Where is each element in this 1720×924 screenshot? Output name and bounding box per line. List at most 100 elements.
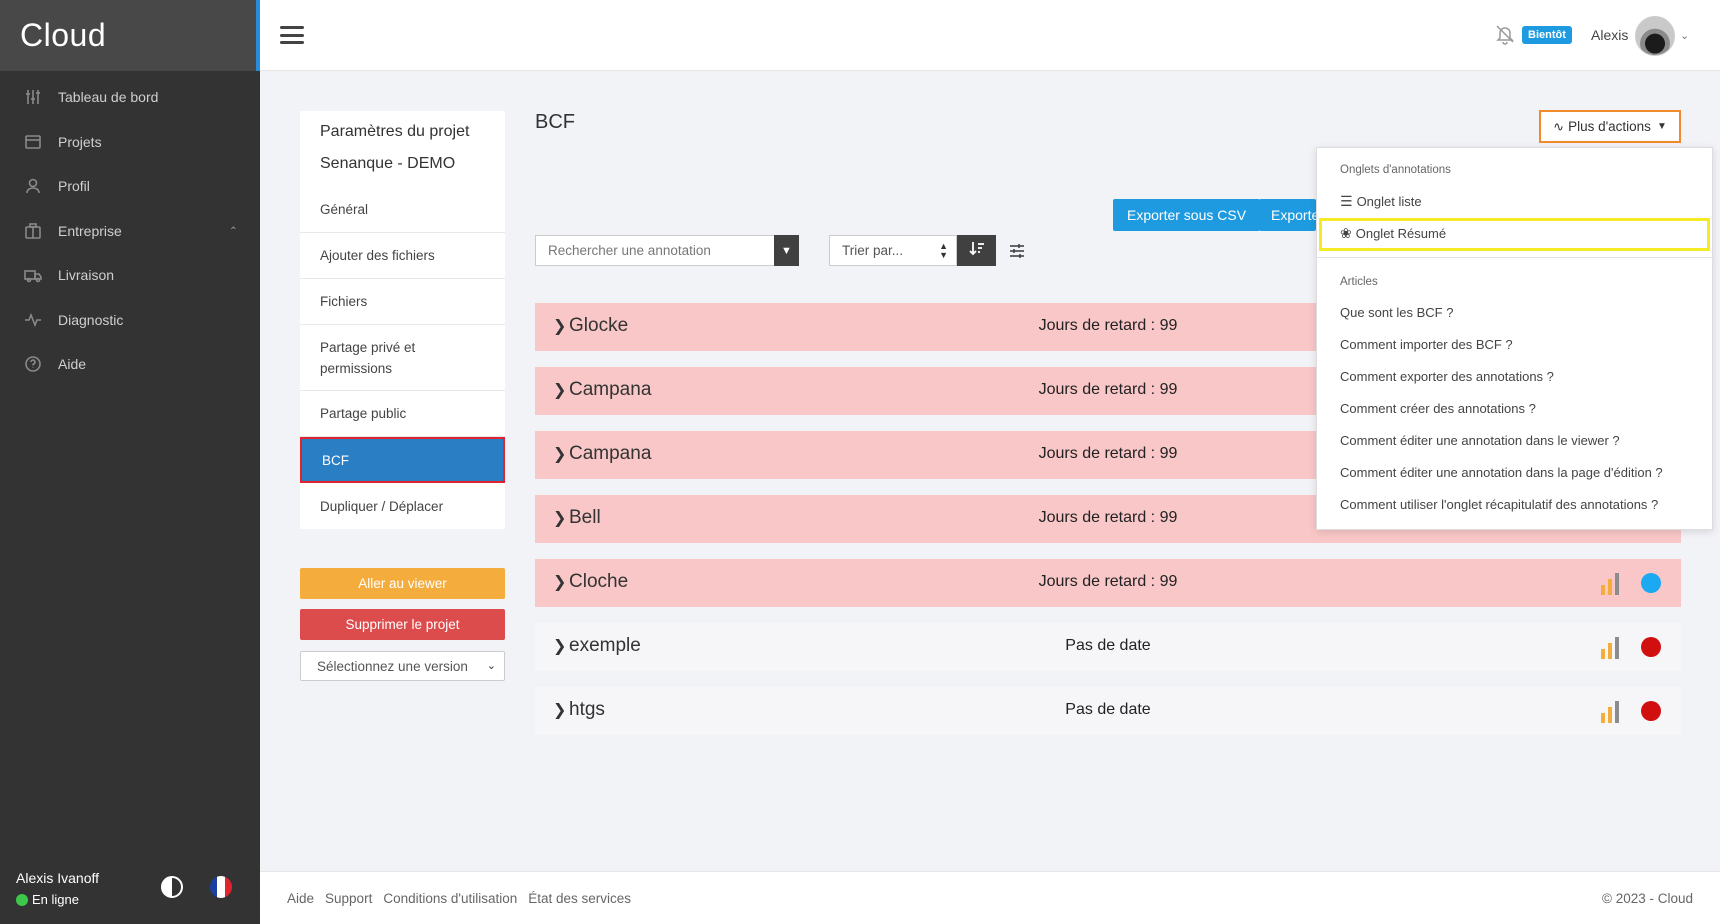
annotation-due-status: Jours de retard : 99 xyxy=(1038,573,1178,590)
sidebar-user: Alexis Ivanoff En ligne xyxy=(0,860,260,924)
truck-icon xyxy=(24,266,42,284)
settings-item-bcf[interactable]: BCF xyxy=(300,437,505,483)
priority-bars-icon xyxy=(1601,571,1625,595)
sidebar-item-label: Livraison xyxy=(58,267,115,284)
more-actions-dropdown: Onglets d'annotations ☰ Onglet liste ❀ Ong… xyxy=(1316,147,1714,530)
menu-item-article[interactable]: Que sont les BCF ? xyxy=(1340,305,1453,320)
sliders-icon xyxy=(24,88,42,106)
status-dot-icon xyxy=(1641,637,1661,657)
pulse-icon: ∿ xyxy=(1553,118,1565,134)
settings-item-add-files[interactable]: Ajouter des fichiers xyxy=(300,233,505,279)
footer-link-support[interactable]: Support xyxy=(325,891,372,906)
filter-settings-icon[interactable] xyxy=(1008,242,1026,260)
sidebar-item-diagnostic[interactable]: Diagnostic xyxy=(0,298,260,343)
sort-arrows-icon: ▲ ▼ xyxy=(939,241,948,260)
pulse-icon xyxy=(24,311,42,329)
sort-descending-icon xyxy=(968,240,985,261)
french-flag-icon[interactable] xyxy=(210,876,232,898)
project-name: Senanque - DEMO xyxy=(320,155,456,172)
menu-item-tab-list[interactable]: ☰ Onglet liste xyxy=(1340,193,1422,210)
annotation-row[interactable]: ❯ htgs Pas de date xyxy=(535,687,1681,735)
menu-item-article[interactable]: Comment importer des BCF ? xyxy=(1340,337,1513,352)
more-actions-label: Plus d'actions xyxy=(1568,119,1651,134)
chevron-down-icon: ▼ xyxy=(781,244,792,257)
sidebar-item-company[interactable]: Entreprise ⌃ xyxy=(0,209,260,254)
award-icon: ❀ xyxy=(1340,225,1352,241)
annotation-row[interactable]: ❯ Cloche Jours de retard : 99 xyxy=(535,559,1681,607)
settings-item-files[interactable]: Fichiers xyxy=(300,279,505,325)
sort-order-button[interactable] xyxy=(957,235,996,266)
avatar[interactable] xyxy=(1635,16,1675,56)
copyright: © 2023 - Cloud xyxy=(1602,891,1693,906)
sort-select-label: Trier par... xyxy=(842,243,904,258)
status-text: En ligne xyxy=(32,892,79,907)
menu-item-article[interactable]: Comment éditer une annotation dans la pa… xyxy=(1340,465,1663,480)
user-status: En ligne xyxy=(16,892,244,907)
sidebar-item-delivery[interactable]: Livraison xyxy=(0,253,260,298)
hamburger-menu-icon[interactable] xyxy=(280,26,304,44)
sidebar-item-label: Diagnostic xyxy=(58,311,124,328)
export-button[interactable]: Exporte xyxy=(1259,199,1316,231)
sidebar-item-profile[interactable]: Profil xyxy=(0,164,260,209)
contrast-toggle-icon[interactable] xyxy=(161,876,183,898)
menu-item-tab-summary[interactable]: ❀ Onglet Résumé xyxy=(1340,225,1446,242)
dropdown-divider xyxy=(1317,257,1714,258)
bell-off-icon[interactable] xyxy=(1494,23,1516,45)
search-input[interactable]: Rechercher une annotation xyxy=(535,235,775,266)
chevron-up-icon: ⌃ xyxy=(228,225,238,238)
online-dot-icon xyxy=(16,893,28,906)
go-to-viewer-button[interactable]: Aller au viewer xyxy=(300,568,505,599)
annotation-due-status: Pas de date xyxy=(1065,701,1151,718)
menu-item-label: Onglet liste xyxy=(1356,194,1422,209)
topbar: Bientôt Alexis ⌄ xyxy=(260,0,1720,71)
status-dot-icon xyxy=(1641,701,1661,721)
chevron-down-icon: ⌄ xyxy=(486,660,496,672)
chevron-down-icon[interactable]: ⌄ xyxy=(1680,29,1689,42)
project-settings-panel: Paramètres du projet Senanque - DEMO Gén… xyxy=(300,111,505,529)
settings-title: Paramètres du projet xyxy=(320,123,470,140)
status-badge: Bientôt xyxy=(1522,26,1572,44)
menu-item-article[interactable]: Comment créer des annotations ? xyxy=(1340,401,1536,416)
list-icon: ☰ xyxy=(1340,193,1353,209)
annotation-due-status: Pas de date xyxy=(1065,637,1151,654)
version-select[interactable]: Sélectionnez une version ⌄ xyxy=(300,651,505,681)
topbar-user-name[interactable]: Alexis xyxy=(1591,27,1628,43)
brand-text: Cloud xyxy=(20,17,107,53)
sort-select[interactable]: Trier par... ▲ ▼ xyxy=(829,235,957,266)
page-title: BCF xyxy=(535,111,575,133)
sidebar-item-label: Projets xyxy=(58,133,102,150)
annotation-row[interactable]: ❯ exemple Pas de date xyxy=(535,623,1681,671)
sidebar-item-label: Tableau de bord xyxy=(58,89,159,106)
menu-item-article[interactable]: Comment utiliser l'onglet récapitulatif … xyxy=(1340,497,1658,512)
dropdown-section-header: Onglets d'annotations xyxy=(1340,164,1451,176)
sidebar-item-dashboard[interactable]: Tableau de bord xyxy=(0,75,260,120)
chevron-down-icon: ▼ xyxy=(1656,121,1667,132)
version-select-label: Sélectionnez une version xyxy=(317,658,468,674)
sidebar-item-label: Profil xyxy=(58,178,90,195)
footer-links: Aide Support Conditions d'utilisation Ét… xyxy=(287,891,631,906)
more-actions-button[interactable]: ∿ Plus d'actions ▼ xyxy=(1539,110,1681,143)
footer-link-help[interactable]: Aide xyxy=(287,891,314,906)
priority-bars-icon xyxy=(1601,699,1625,723)
settings-item-duplicate-move[interactable]: Dupliquer / Déplacer xyxy=(300,483,505,529)
export-csv-button[interactable]: Exporter sous CSV xyxy=(1113,199,1261,231)
settings-item-private-sharing[interactable]: Partage privé et permissions xyxy=(300,325,505,391)
folder-icon xyxy=(24,133,42,151)
sidebar-item-help[interactable]: Aide xyxy=(0,342,260,387)
settings-item-public-sharing[interactable]: Partage public xyxy=(300,391,505,437)
user-icon xyxy=(24,177,42,195)
sidebar-item-projects[interactable]: Projets xyxy=(0,120,260,165)
dropdown-section-header: Articles xyxy=(1340,276,1378,288)
delete-project-button[interactable]: Supprimer le projet xyxy=(300,609,505,640)
brand-logo[interactable]: Cloud xyxy=(0,0,260,71)
menu-item-label: Onglet Résumé xyxy=(1355,226,1447,241)
menu-item-article[interactable]: Comment exporter des annotations ? xyxy=(1340,369,1554,384)
sidebar-nav: Tableau de bord Projets Profil Entrepris… xyxy=(0,75,260,387)
menu-item-article[interactable]: Comment éditer une annotation dans le vi… xyxy=(1340,433,1620,448)
footer-link-service-status[interactable]: État des services xyxy=(528,891,631,906)
footer-link-terms[interactable]: Conditions d'utilisation xyxy=(383,891,517,906)
help-icon xyxy=(24,355,42,373)
settings-item-general[interactable]: Général xyxy=(300,187,505,233)
search-dropdown-button[interactable]: ▼ xyxy=(774,235,799,266)
sidebar-item-label: Entreprise xyxy=(58,222,122,239)
